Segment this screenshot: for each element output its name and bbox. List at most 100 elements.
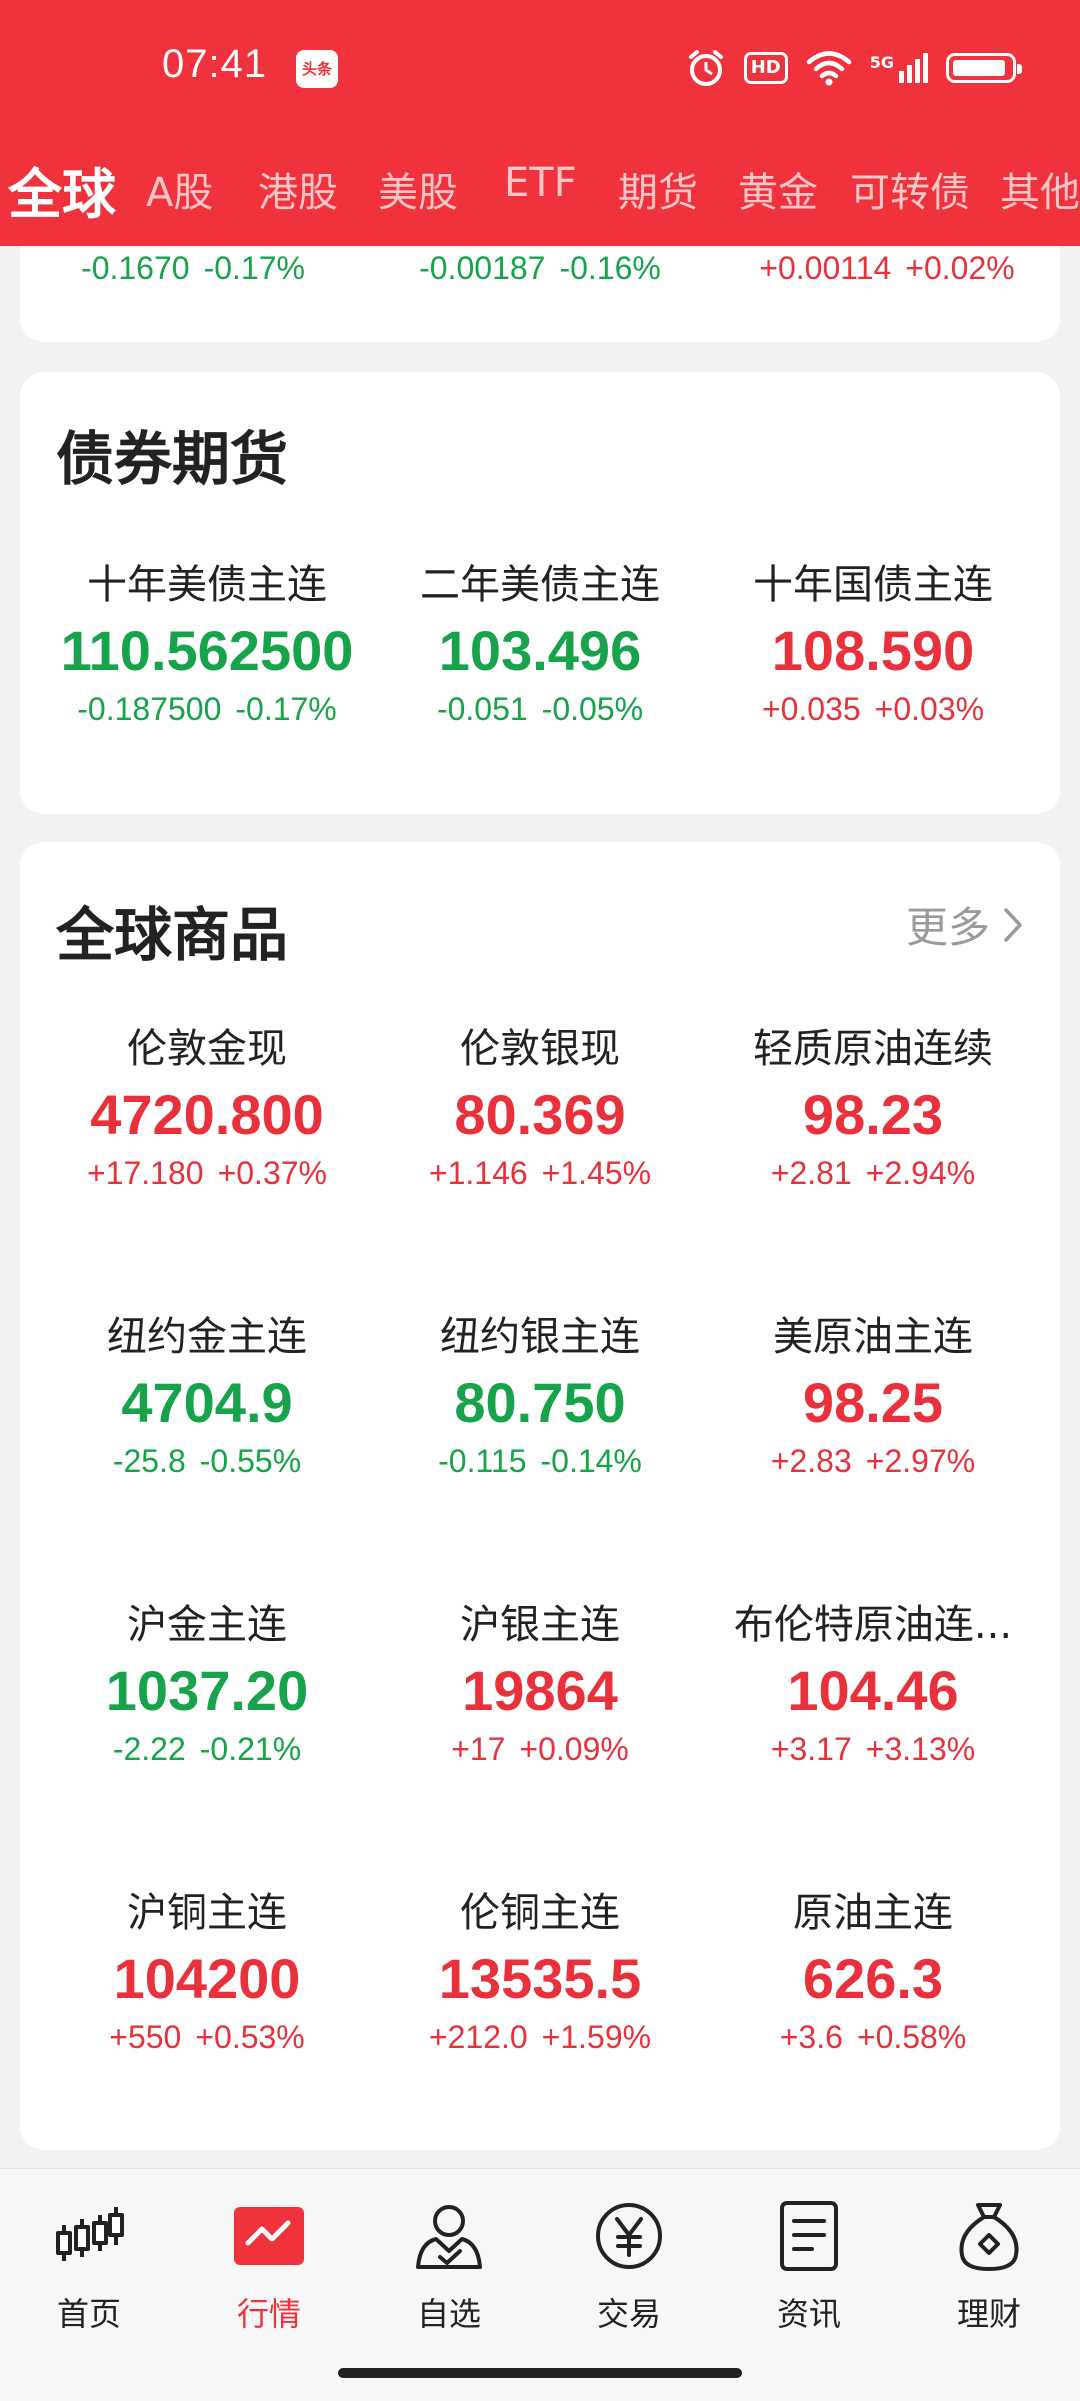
section-title: 全球商品 [56, 901, 289, 969]
quote-price: 103.496 [438, 619, 642, 682]
quote-price: 104200 [113, 1947, 301, 2010]
quote-pct: +1.59% [541, 2019, 652, 2055]
quote-name: 美原油主连 [773, 1314, 973, 1360]
quote-item[interactable]: 美原油主连 98.25 +2.83 +2.97% [700, 1304, 1046, 1480]
quote-pct: +3.13% [865, 1731, 976, 1767]
global-commodities-card: 全球商品 更多 伦敦金现 4720.800 +17.180 +0.37% 伦敦银现 80.… [20, 842, 1060, 2150]
quote-price: 110.562500 [60, 619, 354, 682]
quote-item[interactable]: 沪铜主连 104200 +550 +0.53% [34, 1880, 380, 2056]
quote-name: 纽约金主连 [107, 1314, 307, 1360]
nav-news[interactable]: 资讯 [734, 2199, 884, 2335]
tab-convertible[interactable]: 可转债 [850, 160, 970, 218]
quote-change: -25.8 [112, 1443, 186, 1479]
tab-gold[interactable]: 黄金 [738, 160, 818, 218]
nav-trade[interactable]: 交易 [554, 2199, 704, 2335]
tab-futures[interactable]: 期货 [618, 160, 698, 218]
quote-name: 伦铜主连 [460, 1890, 620, 1936]
quote-item[interactable]: 伦铜主连 13535.5 +212.0 +1.59% [367, 1880, 713, 2056]
quote-price: 626.3 [802, 1947, 944, 2010]
nav-watchlist[interactable]: 自选 [374, 2199, 524, 2335]
section-title: 债券期货 [56, 425, 289, 493]
nav-wealth[interactable]: 理财 [914, 2199, 1064, 2335]
quote-change: +17.180 [87, 1155, 204, 1191]
quote-price: 4720.800 [90, 1083, 324, 1146]
quote-price: 98.23 [802, 1083, 944, 1146]
quote-name: 十年美债主连 [87, 562, 327, 608]
cellular-signal-icon: 5G [870, 53, 928, 83]
quote-name: 二年美债主连 [420, 562, 660, 608]
network-type-label: 5G [869, 53, 894, 72]
nav-trade-label: 交易 [596, 2295, 661, 2333]
quote-price: 108.590 [771, 619, 975, 682]
candlestick-icon [56, 2207, 124, 2261]
quote-price: 13535.5 [438, 1947, 642, 2010]
partial-item-3[interactable]: +0.00114 +0.02% [714, 242, 1060, 287]
app-header: 07:41 头条 HD 5G 全球 A股 港股 美股 ETF 期货 黄金 可转债… [0, 0, 1080, 246]
quote-item[interactable]: 二年美债主连 103.496 -0.051 -0.05% [367, 552, 713, 728]
quote-item[interactable]: 原油主连 626.3 +3.6 +0.58% [700, 1880, 1046, 2056]
news-doc-icon [780, 2201, 838, 2271]
tab-hk-stocks[interactable]: 港股 [258, 160, 338, 218]
quote-item[interactable]: 伦敦银现 80.369 +1.146 +1.45% [367, 1016, 713, 1192]
quote-name: 沪银主连 [460, 1602, 620, 1648]
quote-pct: -0.14% [540, 1443, 642, 1479]
wifi-icon [806, 51, 851, 86]
quote-name: 伦敦银现 [460, 1026, 620, 1072]
quote-name: 原油主连 [793, 1890, 953, 1936]
battery-icon [946, 53, 1022, 83]
partial-item-1[interactable]: -0.1670 -0.17% [20, 242, 366, 287]
quote-name: 十年国债主连 [753, 562, 993, 608]
market-tabs: 全球 A股 港股 美股 ETF 期货 黄金 可转债 其他 [0, 150, 1080, 230]
nav-market[interactable]: 行情 [194, 2199, 344, 2335]
tab-other[interactable]: 其他 [1000, 160, 1080, 218]
quote-change: -0.187500 [77, 691, 222, 727]
bond-futures-card: 债券期货 十年美债主连 110.562500 -0.187500 -0.17% 二… [20, 372, 1060, 814]
quote-price: 80.369 [454, 1083, 626, 1146]
partial-item-2[interactable]: -0.00187 -0.16% [367, 242, 713, 287]
quote-change: +2.83 [770, 1443, 852, 1479]
quote-item[interactable]: 轻质原油连续 98.23 +2.81 +2.94% [700, 1016, 1046, 1192]
quote-item[interactable]: 沪金主连 1037.20 -2.22 -0.21% [34, 1592, 380, 1768]
quote-pct: +2.97% [865, 1443, 976, 1479]
quote-item[interactable]: 纽约金主连 4704.9 -25.8 -0.55% [34, 1304, 380, 1480]
quote-change: +17 [451, 1731, 506, 1767]
quote-pct: +2.94% [865, 1155, 976, 1191]
quote-item[interactable]: 十年国债主连 108.590 +0.035 +0.03% [700, 552, 1046, 728]
quote-name: 沪金主连 [127, 1602, 287, 1648]
quote-item[interactable]: 沪银主连 19864 +17 +0.09% [367, 1592, 713, 1768]
more-label: 更多 [905, 903, 990, 952]
quote-pct: +0.09% [519, 1731, 629, 1767]
quote-pct: -0.17% [235, 691, 337, 727]
nav-home[interactable]: 首页 [14, 2199, 164, 2335]
bottom-nav: 首页 行情 自选 交易 资讯 理财 [0, 2168, 1080, 2401]
quote-change: +1.146 [428, 1155, 528, 1191]
status-bar: 07:41 头条 HD 5G [0, 0, 1080, 140]
tab-us-stocks[interactable]: 美股 [378, 160, 458, 218]
quote-item[interactable]: 十年美债主连 110.562500 -0.187500 -0.17% [34, 552, 380, 728]
quote-name: 轻质原油连续 [753, 1026, 993, 1072]
chevron-right-icon [1004, 907, 1022, 942]
tab-etf[interactable]: ETF [504, 160, 577, 206]
quote-name: 伦敦金现 [127, 1026, 287, 1072]
quote-price: 104.46 [787, 1659, 959, 1722]
quote-item[interactable]: 纽约银主连 80.750 -0.115 -0.14% [367, 1304, 713, 1480]
quote-change: +3.17 [770, 1731, 852, 1767]
more-button[interactable]: 更多 [906, 894, 1024, 955]
yen-circle-icon [596, 2203, 662, 2269]
quote-pct: -0.05% [541, 691, 644, 727]
quote-change: +550 [109, 2019, 182, 2055]
tab-global[interactable]: 全球 [8, 150, 116, 229]
quote-change: -0.115 [438, 1443, 527, 1479]
nav-market-label: 行情 [236, 2295, 301, 2333]
tab-a-shares[interactable]: A股 [146, 160, 213, 218]
quote-item[interactable]: 伦敦金现 4720.800 +17.180 +0.37% [34, 1016, 380, 1192]
quote-name: 沪铜主连 [127, 1890, 287, 1936]
quote-price: 1037.20 [105, 1659, 309, 1722]
money-bag-icon [959, 2203, 1019, 2271]
quote-item[interactable]: 布伦特原油连... 104.46 +3.17 +3.13% [700, 1592, 1046, 1768]
quote-change: -2.22 [112, 1731, 186, 1767]
home-indicator[interactable] [338, 2368, 742, 2378]
quote-pct: +0.58% [856, 2019, 967, 2055]
alarm-icon [688, 50, 723, 86]
user-check-icon [416, 2205, 482, 2269]
